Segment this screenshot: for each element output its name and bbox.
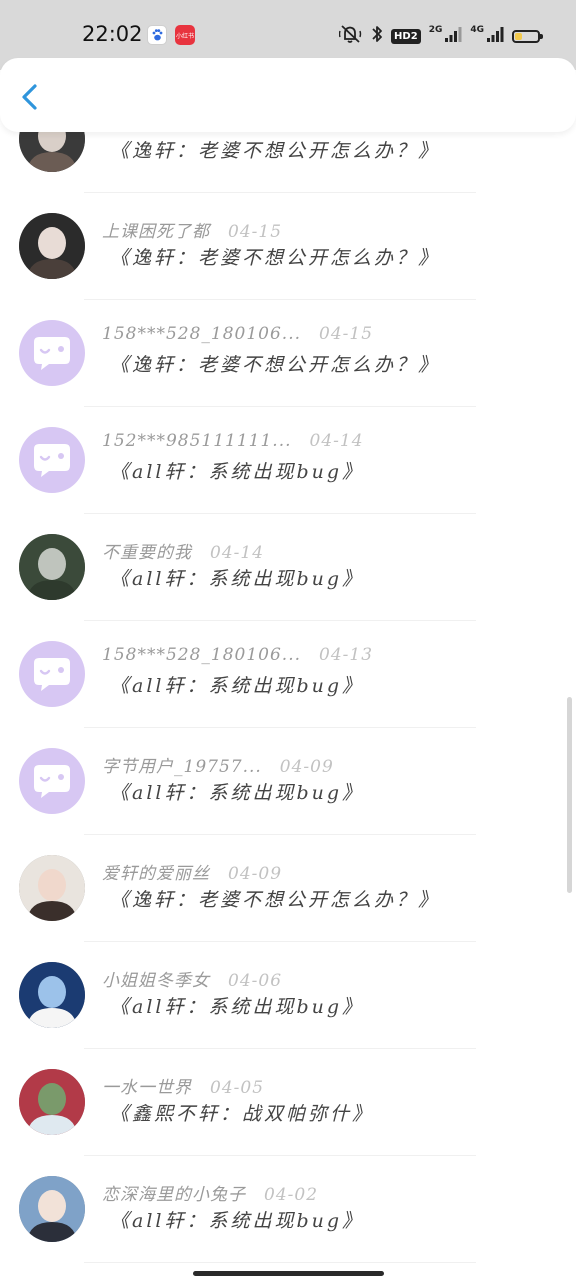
signal-icon: [444, 25, 462, 47]
user-avatar[interactable]: [19, 213, 85, 279]
item-username: 字节用户_19757...: [102, 757, 262, 777]
item-date: 04-02: [264, 1185, 319, 1205]
default-avatar-icon[interactable]: [19, 320, 85, 386]
item-username: 不重要的我: [102, 543, 192, 563]
item-username: 158***528_180106...: [102, 324, 302, 344]
chevron-left-icon: [22, 84, 37, 110]
list-item[interactable]: 一水一世界 04-05 《鑫熙不轩：战双帕弥什》: [0, 1049, 576, 1156]
back-button[interactable]: [14, 80, 48, 114]
item-date: 04-13: [319, 645, 374, 665]
item-meta: 一水一世界 04-05: [102, 1073, 264, 1098]
top-nav-bar: [0, 58, 576, 132]
item-title: 《all轩：系统出现bug》: [110, 782, 365, 804]
item-username: 158***528_180106...: [102, 645, 302, 665]
item-username: 一水一世界: [102, 1078, 192, 1098]
item-username: 152***985111111...: [102, 431, 292, 451]
baidu-app-icon: [147, 25, 167, 45]
item-meta: 上课困死了都 04-15: [102, 217, 282, 242]
list-item[interactable]: 不重要的我 04-14 《all轩：系统出现bug》: [0, 514, 576, 621]
item-title: 《逸轩：老婆不想公开怎么办？》: [110, 140, 441, 162]
item-title: 《逸轩：老婆不想公开怎么办？》: [110, 247, 441, 269]
bluetooth-icon: [371, 24, 383, 48]
item-date: 04-06: [228, 971, 283, 991]
list-item[interactable]: 恋深海里的小兔子 04-02 《all轩：系统出现bug》: [0, 1156, 576, 1263]
hd-badge: HD2: [391, 28, 421, 44]
default-avatar-icon[interactable]: [19, 427, 85, 493]
mute-bell-icon: [338, 24, 363, 48]
item-title: 《all轩：系统出现bug》: [110, 461, 365, 483]
item-meta: 爱轩的爱丽丝 04-09: [102, 859, 282, 884]
user-avatar[interactable]: [19, 855, 85, 921]
item-date: 04-15: [228, 222, 283, 242]
divider: [84, 1262, 476, 1263]
item-title: 《all轩：系统出现bug》: [110, 675, 365, 697]
item-username: 恋深海里的小兔子: [102, 1185, 246, 1205]
item-username: 上课困死了都: [102, 222, 210, 242]
user-avatar[interactable]: [19, 962, 85, 1028]
item-username: 小姐姐冬季女: [102, 971, 210, 991]
user-avatar[interactable]: [19, 1069, 85, 1135]
list-item[interactable]: 158***528_180106... 04-13 《all轩：系统出现bug》: [0, 621, 576, 728]
status-icons: HD2 2G 4G: [338, 24, 543, 48]
list-item[interactable]: 小姐姐冬季女 04-06 《all轩：系统出现bug》: [0, 942, 576, 1049]
user-avatar[interactable]: [19, 534, 85, 600]
item-title: 《逸轩：老婆不想公开怎么办？》: [110, 354, 441, 376]
xiaohongshu-app-label: 小红书: [176, 33, 195, 40]
list-item[interactable]: 152***985111111... 04-14 《all轩：系统出现bug》: [0, 407, 576, 514]
battery-fill: [515, 32, 522, 40]
xiaohongshu-app-icon: 小红书: [175, 25, 195, 45]
item-meta: 字节用户_19757... 04-09: [102, 752, 334, 777]
item-title: 《逸轩：老婆不想公开怎么办？》: [110, 889, 441, 911]
home-indicator[interactable]: [193, 1271, 384, 1276]
signal2-label: 4G: [470, 25, 484, 35]
item-date: 04-05: [210, 1078, 265, 1098]
list-item[interactable]: 158***528_180106... 04-15 《逸轩：老婆不想公开怎么办？》: [0, 300, 576, 407]
item-meta: 不重要的我 04-14: [102, 538, 264, 563]
item-date: 04-09: [279, 757, 334, 777]
default-avatar-icon[interactable]: [19, 641, 85, 707]
battery-icon: [512, 29, 543, 43]
item-title: 《all轩：系统出现bug》: [110, 996, 365, 1018]
user-avatar[interactable]: [19, 1176, 85, 1242]
list-item[interactable]: 上课困死了都 04-15 《逸轩：老婆不想公开怎么办？》: [0, 193, 576, 300]
item-meta: 恋深海里的小兔子 04-02: [102, 1180, 318, 1205]
item-meta: 158***528_180106... 04-15: [102, 324, 373, 344]
item-date: 04-14: [309, 431, 364, 451]
item-meta: 158***528_180106... 04-13: [102, 645, 373, 665]
item-title: 《all轩：系统出现bug》: [110, 1210, 365, 1232]
item-date: 04-09: [228, 864, 283, 884]
item-date: 04-15: [319, 324, 374, 344]
item-title: 《all轩：系统出现bug》: [110, 568, 365, 590]
list-item[interactable]: 爱轩的爱丽丝 04-09 《逸轩：老婆不想公开怎么办？》: [0, 835, 576, 942]
item-meta: 152***985111111... 04-14: [102, 431, 364, 451]
status-time: 22:02: [82, 22, 143, 46]
item-date: 04-14: [210, 543, 265, 563]
list-item[interactable]: 字节用户_19757... 04-09 《all轩：系统出现bug》: [0, 728, 576, 835]
signal-icon-2: [486, 25, 504, 47]
item-meta: 小姐姐冬季女 04-06: [102, 966, 282, 991]
default-avatar-icon[interactable]: [19, 748, 85, 814]
item-username: 爱轩的爱丽丝: [102, 864, 210, 884]
item-title: 《鑫熙不轩：战双帕弥什》: [110, 1103, 375, 1125]
signal1-label: 2G: [428, 25, 443, 35]
